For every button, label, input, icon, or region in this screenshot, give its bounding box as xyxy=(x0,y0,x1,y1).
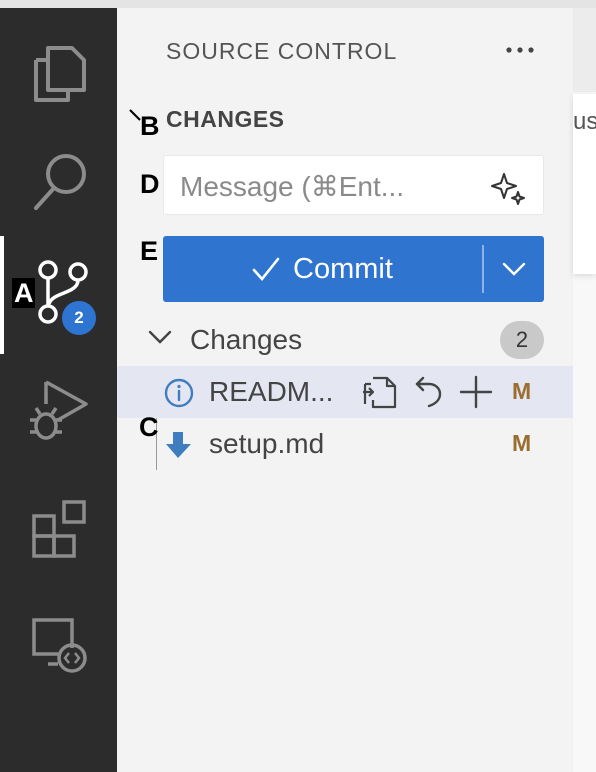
search-icon xyxy=(34,154,86,210)
annotation-label-a: A xyxy=(12,278,35,308)
extensions-icon xyxy=(32,500,86,558)
commit-button-group: Commit xyxy=(163,236,544,302)
stage-changes-button[interactable] xyxy=(458,374,494,415)
annotation-label-d: D xyxy=(140,169,160,199)
discard-icon xyxy=(415,376,442,408)
changes-group-header[interactable]: Changes 2 xyxy=(147,317,547,363)
file-name: setup.md xyxy=(209,428,325,459)
sparkle-icon xyxy=(491,173,525,205)
annotation-label-b: B xyxy=(140,111,160,141)
chevron-down-icon xyxy=(148,330,172,344)
sidebar-title: SOURCE CONTROL xyxy=(166,38,398,64)
remote-explorer-button[interactable] xyxy=(0,590,117,690)
file-name: READM... xyxy=(209,376,334,407)
commit-dropdown-button[interactable] xyxy=(484,236,544,302)
annotation-label-c: C xyxy=(139,412,159,442)
more-actions-button[interactable] xyxy=(502,36,538,64)
plus-icon xyxy=(459,375,493,409)
discard-changes-button[interactable] xyxy=(413,374,443,415)
file-status-modified: M xyxy=(512,378,532,404)
changes-count-badge: 2 xyxy=(500,321,544,359)
changes-group-label: Changes xyxy=(190,324,303,355)
arrow-down-icon xyxy=(166,432,191,458)
open-file-button[interactable] xyxy=(361,374,399,415)
commit-button[interactable]: Commit xyxy=(163,236,481,302)
ellipsis-icon xyxy=(506,47,534,53)
chevron-down-icon xyxy=(502,262,526,276)
source-control-sidebar: SOURCE CONTROL CHANGES Commit xyxy=(117,8,573,772)
extensions-button[interactable] xyxy=(0,474,117,574)
explorer-button[interactable] xyxy=(0,18,117,118)
top-strip xyxy=(0,0,596,8)
run-debug-icon xyxy=(30,380,88,440)
checkmark-icon xyxy=(252,257,280,282)
source-control-badge: 2 xyxy=(60,299,98,337)
info-icon xyxy=(164,378,194,408)
generate-message-button[interactable] xyxy=(490,170,526,211)
commit-message-box xyxy=(163,155,544,215)
file-status-modified: M xyxy=(512,430,532,456)
file-row-readme[interactable]: READM... M xyxy=(117,366,573,418)
activity-bar: 2 xyxy=(0,8,117,772)
changes-section-header[interactable]: CHANGES xyxy=(166,106,285,133)
commit-message-input[interactable] xyxy=(178,166,472,208)
editor-area: us xyxy=(573,8,596,772)
editor-tab-strip xyxy=(573,8,596,92)
commit-label: Commit xyxy=(293,252,393,285)
annotation-label-e: E xyxy=(140,236,159,266)
file-row-setup[interactable]: setup.md M xyxy=(117,418,573,470)
run-debug-button[interactable] xyxy=(0,352,117,452)
remote-explorer-icon xyxy=(32,618,87,673)
search-button[interactable] xyxy=(0,126,117,226)
open-file-icon xyxy=(363,376,397,409)
explorer-icon xyxy=(34,46,86,102)
editor-peek-text: us xyxy=(573,108,596,135)
